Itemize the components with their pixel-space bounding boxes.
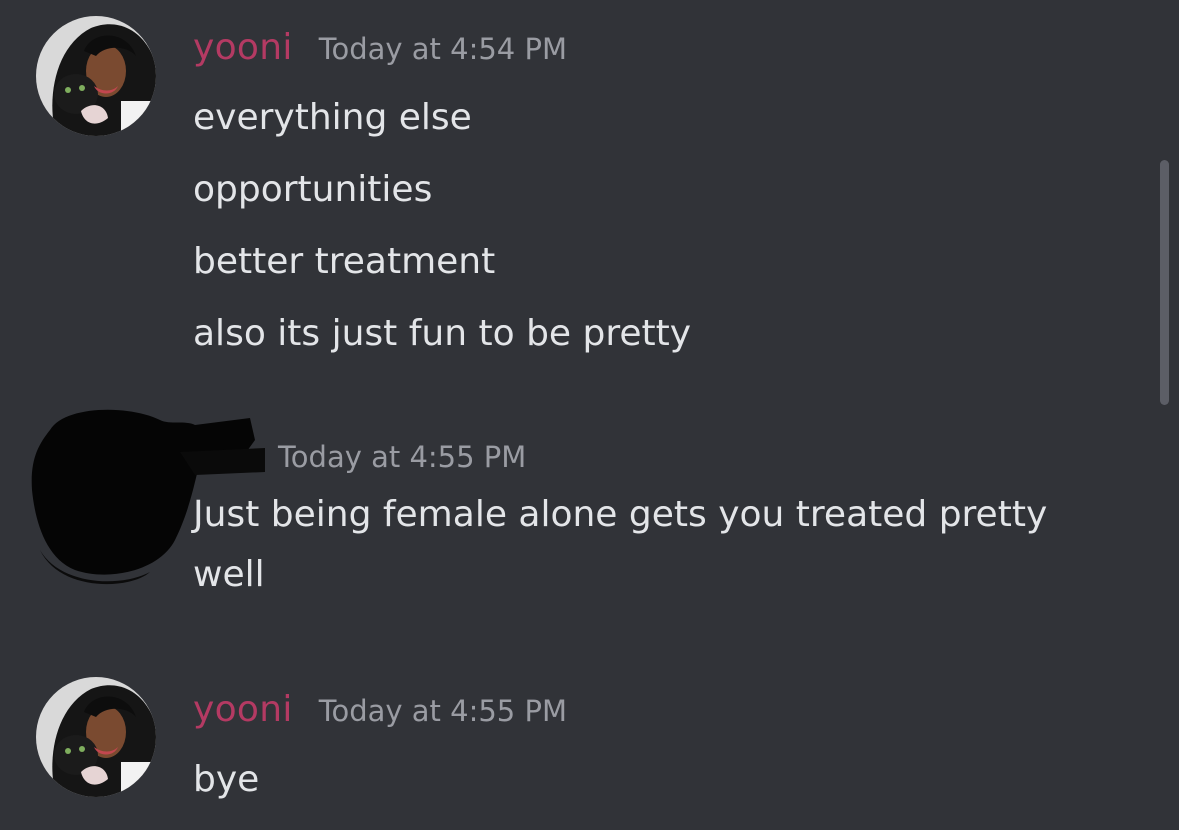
username[interactable]: yooni — [193, 27, 293, 68]
avatar[interactable] — [36, 677, 156, 797]
message-text: also its just fun to be pretty — [193, 313, 692, 354]
chat-message-list: yooni Today at 4:54 PM everything else o… — [0, 0, 1179, 830]
message-header: yooni Today at 4:55 PM — [193, 689, 567, 730]
timestamp[interactable]: Today at 4:55 PM — [278, 440, 526, 474]
avatar[interactable] — [36, 16, 156, 136]
timestamp[interactable]: Today at 4:55 PM — [319, 694, 567, 728]
message-header: yooni Today at 4:54 PM — [193, 27, 567, 68]
message-text: better treatment — [193, 241, 496, 282]
message-text: Just being female alone gets you treated… — [193, 494, 1048, 595]
username[interactable]: yooni — [193, 689, 293, 730]
message-header: Today at 4:55 PM — [278, 440, 526, 474]
scrollbar-thumb[interactable] — [1160, 160, 1169, 405]
message-text: bye — [193, 759, 260, 800]
message-text: everything else — [193, 97, 472, 138]
avatar-image — [36, 677, 156, 797]
timestamp[interactable]: Today at 4:54 PM — [319, 32, 567, 66]
message-text: opportunities — [193, 169, 433, 210]
avatar-image — [36, 16, 156, 136]
